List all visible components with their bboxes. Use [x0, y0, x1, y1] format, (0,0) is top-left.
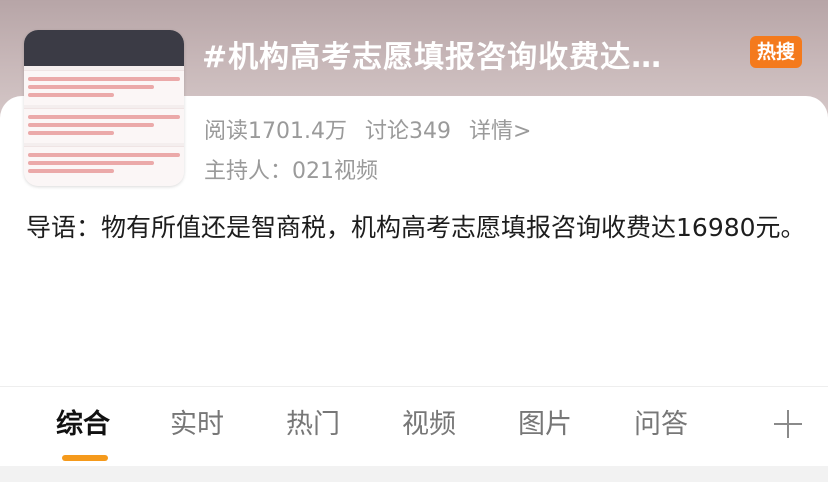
topic-stats: 阅读1701.4万 讨论349 详情> [204, 116, 549, 148]
thumbnail-header [24, 30, 184, 66]
topic-thumbnail[interactable] [24, 30, 184, 186]
thumbnail-text-block [24, 146, 184, 186]
tab-video[interactable]: 视频 [402, 405, 456, 445]
details-link[interactable]: 详情> [469, 119, 531, 144]
thumbnail-text-block [24, 108, 184, 143]
tab-qa[interactable]: 问答 [634, 405, 688, 445]
thumbnail-line [28, 85, 154, 89]
discussion-count: 讨论349 [364, 119, 451, 144]
topic-intro: 导语：物有所值还是智商税，机构高考志愿填报咨询收费达16980元。 [26, 213, 806, 242]
tab-comprehensive[interactable]: 综合 [56, 405, 110, 445]
thumbnail-text-block [24, 70, 184, 105]
thumbnail-line [28, 77, 180, 81]
thumbnail-line [28, 153, 180, 157]
topic-host[interactable]: 主持人：021视频 [204, 156, 378, 188]
tab-images[interactable]: 图片 [518, 405, 572, 445]
thumbnail-line [28, 169, 114, 173]
thumbnail-line [28, 131, 114, 135]
thumbnail-line [28, 161, 154, 165]
bottom-divider [0, 466, 828, 482]
active-tab-indicator [62, 455, 108, 461]
hot-search-badge: 热搜 [750, 36, 802, 68]
thumbnail-line [28, 115, 180, 119]
plus-icon[interactable] [772, 408, 804, 440]
tab-popular[interactable]: 热门 [286, 405, 340, 445]
search-tab-bar: 综合 实时 热门 视频 图片 问答 [0, 386, 828, 467]
thumbnail-line [28, 123, 154, 127]
tab-realtime[interactable]: 实时 [170, 405, 224, 445]
read-count: 阅读1701.4万 [204, 119, 347, 144]
topic-title: #机构高考志愿填报咨询收费达… [202, 40, 663, 75]
thumbnail-line [28, 93, 114, 97]
